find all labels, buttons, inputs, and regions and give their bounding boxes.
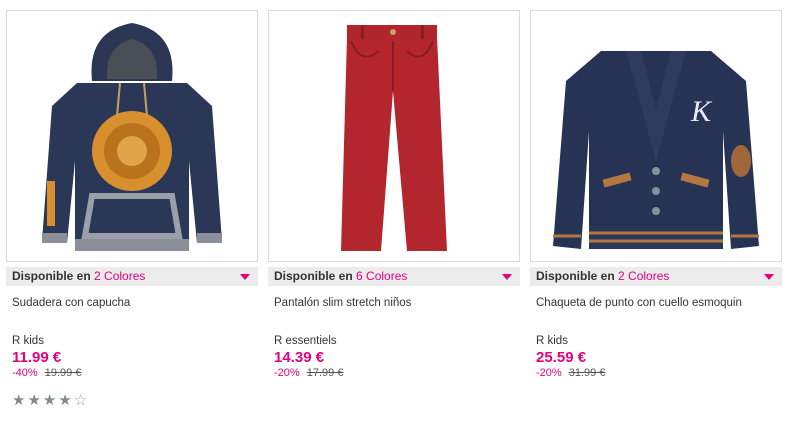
product-image-trousers[interactable] (268, 10, 520, 262)
discount-line: -20% 17.99 € (268, 367, 520, 379)
hoodie-image (42, 23, 222, 251)
trousers-image (341, 25, 447, 251)
cardigan-image: K (553, 51, 759, 249)
product-price: 14.39 € (274, 349, 325, 366)
availability-prefix: Disponible en (12, 269, 91, 283)
product-brand: R kids (536, 335, 568, 347)
chevron-down-icon (240, 274, 250, 280)
product-card: Disponible en 2 Colores Sudadera con cap… (6, 10, 258, 409)
availability-selector[interactable]: Disponible en 6 Colores (268, 267, 520, 286)
rating-stars[interactable]: ★★★★☆ (6, 391, 258, 409)
star-empty-icon: ☆ (73, 392, 90, 409)
product-name[interactable]: Chaqueta de punto con cuello esmoquin (530, 297, 782, 309)
product-card: K Disponible en 2 Colores Chaqueta de pu… (530, 10, 782, 379)
product-price: 25.59 € (536, 349, 587, 366)
product-card: Disponible en 6 Colores Pantalón slim st… (268, 10, 520, 379)
discount-percent: -20% (536, 367, 562, 379)
availability-prefix: Disponible en (274, 269, 353, 283)
chevron-down-icon (502, 274, 512, 280)
colors-count: 6 Colores (356, 269, 408, 283)
product-brand: R kids (12, 335, 44, 347)
svg-text:K: K (690, 95, 713, 128)
availability-prefix: Disponible en (536, 269, 615, 283)
star-filled-icon: ★ (12, 392, 28, 409)
discount-percent: -20% (274, 367, 300, 379)
availability-selector[interactable]: Disponible en 2 Colores (530, 267, 782, 286)
product-name[interactable]: Sudadera con capucha (6, 297, 258, 309)
colors-count: 2 Colores (618, 269, 670, 283)
chevron-down-icon (764, 274, 774, 280)
old-price: 17.99 € (306, 367, 344, 379)
star-filled-icon: ★ (27, 392, 43, 409)
product-price: 11.99 € (12, 349, 62, 366)
product-name[interactable]: Pantalón slim stretch niños (268, 297, 520, 309)
old-price: 31.99 € (568, 367, 606, 379)
star-filled-icon: ★ (42, 392, 59, 409)
product-image-hoodie[interactable] (6, 10, 258, 262)
product-image-cardigan[interactable]: K (530, 10, 782, 262)
discount-percent: -40% (12, 367, 38, 379)
star-filled-icon: ★ (58, 392, 74, 409)
discount-line: -20% 31.99 € (530, 367, 782, 379)
availability-selector[interactable]: Disponible en 2 Colores (6, 267, 258, 286)
colors-count: 2 Colores (94, 269, 146, 283)
old-price: 19.99 € (44, 367, 82, 379)
product-brand: R essentiels (274, 335, 337, 347)
discount-line: -40% 19.99 € (6, 367, 258, 379)
